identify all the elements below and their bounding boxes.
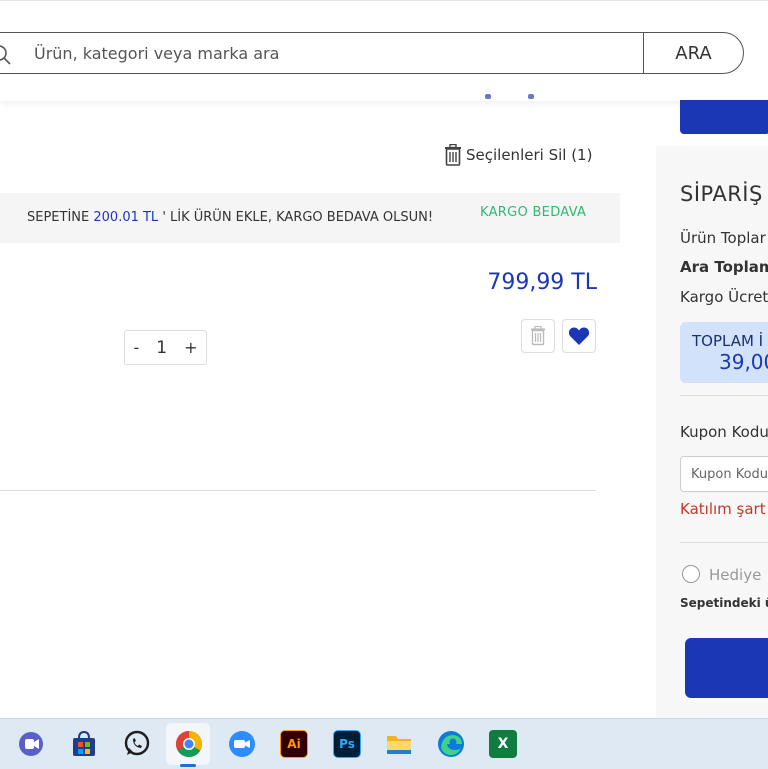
shipping-fee-label: Kargo Ücret <box>680 288 768 306</box>
quantity-decrement-button[interactable]: - <box>133 338 139 357</box>
store-icon[interactable] <box>70 730 98 758</box>
total-label: TOPLAM İ <box>692 332 764 350</box>
cart-divider <box>0 490 596 491</box>
item-price: 799,99 TL <box>487 270 597 295</box>
heart-icon <box>568 327 590 345</box>
search-icon <box>0 45 11 65</box>
quantity-value: 1 <box>156 337 168 358</box>
header-text-fragment <box>485 94 491 99</box>
active-app-indicator <box>180 764 196 767</box>
edge-icon[interactable] <box>437 730 465 758</box>
summary-title: SİPARİŞ <box>680 182 763 206</box>
teams-icon[interactable] <box>17 730 45 758</box>
free-shipping-badge: KARGO BEDAVA <box>480 205 587 220</box>
coupon-input[interactable] <box>680 456 768 492</box>
delete-selected-button[interactable]: Seçilenleri Sil (1) <box>444 142 592 168</box>
summary-divider <box>680 542 768 543</box>
add-to-favorites-button[interactable] <box>562 319 596 353</box>
top-action-button[interactable] <box>680 100 768 134</box>
product-total-label: Ürün Toplar <box>680 229 766 247</box>
quantity-stepper: - 1 + <box>124 330 207 365</box>
windows-taskbar <box>0 718 768 769</box>
trash-icon <box>531 326 545 346</box>
search-input[interactable] <box>34 34 634 72</box>
remove-item-button[interactable] <box>521 319 555 353</box>
free-shipping-amount: 200.01 TL <box>93 210 159 225</box>
total-value: 39,00 <box>719 350 768 374</box>
whatsapp-icon[interactable] <box>123 730 151 758</box>
illustrator-icon[interactable]: Ai <box>280 730 308 758</box>
header-text-fragment <box>528 94 534 99</box>
summary-divider <box>680 395 768 396</box>
subtotal-label: Ara Toplam <box>680 258 768 276</box>
photoshop-icon[interactable]: Ps <box>333 730 361 758</box>
search-button[interactable]: ARA <box>643 33 743 73</box>
gift-note: Sepetindeki ü <box>680 596 768 610</box>
gift-label: Hediye <box>709 566 762 584</box>
quantity-increment-button[interactable]: + <box>184 338 197 357</box>
gift-radio[interactable] <box>682 565 700 583</box>
excel-icon[interactable]: X <box>489 730 517 758</box>
trash-icon <box>445 144 461 166</box>
checkout-button[interactable] <box>685 638 768 698</box>
delete-selected-label: Seçilenleri Sil (1) <box>466 146 593 164</box>
file-explorer-icon[interactable] <box>385 730 413 758</box>
terms-link[interactable]: Katılım şart <box>680 500 766 518</box>
chrome-icon[interactable] <box>175 730 203 758</box>
zoom-icon[interactable] <box>228 730 256 758</box>
coupon-label: Kupon Kodu <box>680 423 768 441</box>
free-shipping-message: SEPETİNE 200.01 TL ' LİK ÜRÜN EKLE, KARG… <box>27 210 434 225</box>
